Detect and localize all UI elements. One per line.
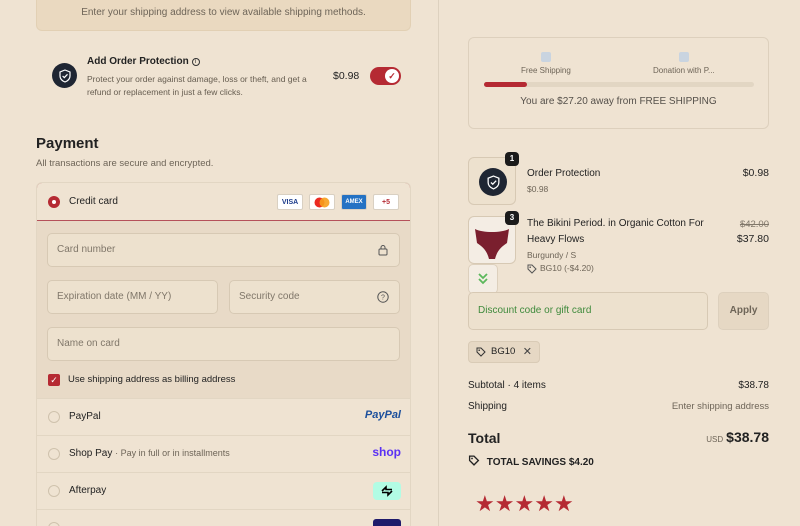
- applied-discount-tag: BG10 ✕: [468, 341, 540, 363]
- lock-icon: [378, 245, 388, 256]
- applied-code: BG10: [491, 346, 516, 357]
- expiration-placeholder: Expiration date (MM / YY): [57, 291, 172, 302]
- next-payment-radio[interactable]: [48, 522, 60, 526]
- apply-button[interactable]: Apply: [718, 292, 769, 330]
- paypal-label: PayPal: [69, 411, 101, 422]
- subtotal-row: Subtotal · 4 items $38.78: [468, 380, 769, 391]
- subtotal-label: Subtotal · 4 items: [468, 380, 546, 391]
- shop-pay-label: Shop Pay · Pay in full or in installment…: [69, 448, 230, 459]
- truck-icon: [540, 52, 551, 62]
- total-savings: TOTAL SAVINGS $4.20: [468, 455, 594, 468]
- info-icon[interactable]: i: [191, 58, 200, 66]
- milestone-free-shipping: Free Shipping: [521, 52, 571, 75]
- discount-code-input[interactable]: Discount code or gift card: [468, 292, 708, 330]
- security-code-field[interactable]: Security code ?: [229, 280, 400, 314]
- afterpay-label: Afterpay: [69, 485, 107, 496]
- credit-card-label: Credit card: [69, 196, 118, 207]
- order-protection-toggle[interactable]: ✓: [370, 67, 401, 85]
- line-item: 1 Order Protection $0.98 $0.98: [468, 152, 769, 207]
- expiration-field[interactable]: Expiration date (MM / YY): [47, 280, 218, 314]
- rating-stars: ★★★★★: [475, 491, 574, 517]
- shipping-row: Shipping Enter shipping address: [468, 401, 769, 412]
- quantity-badge: 1: [505, 152, 519, 166]
- quantity-badge: 3: [505, 211, 519, 225]
- checkout-left-panel: Enter your shipping address to view avai…: [0, 0, 438, 526]
- free-shipping-progress: Free Shipping Donation with P... You are…: [468, 37, 769, 129]
- tag-icon: [468, 455, 480, 466]
- star-icon: ★: [514, 491, 535, 516]
- total-label: Total: [468, 430, 501, 446]
- payment-methods: Credit card VISA AMEX +5 Card number Exp…: [36, 182, 411, 526]
- name-on-card-field[interactable]: Name on card: [47, 327, 400, 361]
- billing-checkbox-label: Use shipping address as billing address: [68, 374, 236, 385]
- star-icon: ★: [534, 491, 554, 516]
- remove-discount-icon[interactable]: ✕: [523, 342, 532, 362]
- paypal-radio[interactable]: [48, 411, 60, 423]
- paypal-logo: PayPal: [364, 409, 401, 421]
- svg-text:?: ?: [381, 295, 385, 302]
- name-on-card-placeholder: Name on card: [57, 338, 120, 349]
- gift-icon: [678, 52, 689, 62]
- item-name-line2: Heavy Flows: [527, 234, 585, 245]
- afterpay-radio[interactable]: [48, 485, 60, 497]
- subtotal-value: $38.78: [738, 380, 769, 391]
- shield-icon: [479, 168, 507, 196]
- order-protection-price: $0.98: [333, 70, 360, 82]
- shop-pay-option[interactable]: Shop Pay · Pay in full or in installment…: [37, 435, 410, 472]
- help-icon[interactable]: ?: [377, 291, 389, 303]
- mastercard-logo: [309, 194, 335, 210]
- milestone-donation: Donation with P...: [653, 52, 715, 75]
- progress-message: You are $27.20 away from FREE SHIPPING: [520, 96, 717, 107]
- progress-track: [484, 82, 754, 87]
- shipping-notice: Enter your shipping address to view avai…: [36, 0, 411, 31]
- order-protection-description: Protect your order against damage, loss …: [87, 74, 307, 97]
- line-item: 3 The Bikini Period. in Organic Cotton F…: [468, 211, 769, 276]
- star-icon: ★: [475, 491, 495, 516]
- credit-card-form: Card number Expiration date (MM / YY) Se…: [37, 221, 410, 398]
- next-payment-option[interactable]: [37, 509, 410, 526]
- progress-fill: [484, 82, 528, 87]
- expand-chevron-icon[interactable]: [468, 264, 498, 294]
- afterpay-icon: [373, 482, 401, 500]
- shipping-value: Enter shipping address: [671, 401, 769, 412]
- shop-pay-logo: shop: [372, 445, 401, 459]
- amex-logo: AMEX: [341, 194, 367, 210]
- item-name: Order Protection: [527, 168, 601, 179]
- item-variant: Burgundy / S: [527, 250, 577, 260]
- item-price: $37.80: [736, 233, 769, 245]
- item-original-price: $42.00: [739, 219, 769, 230]
- item-discount: BG10 (-$4.20): [527, 263, 594, 274]
- star-icon: ★: [494, 491, 515, 516]
- payment-subtitle: All transactions are secure and encrypte…: [36, 158, 214, 169]
- item-subtitle: $0.98: [527, 184, 549, 194]
- star-icon: ★: [553, 491, 574, 516]
- check-icon: ✓: [385, 69, 399, 83]
- shipping-label: Shipping: [468, 401, 507, 412]
- card-number-field[interactable]: Card number: [47, 233, 400, 267]
- item-price: $0.98: [742, 167, 769, 179]
- total-value: USD $38.78: [706, 429, 769, 445]
- credit-card-radio[interactable]: [48, 196, 60, 208]
- payment-title: Payment: [36, 135, 99, 152]
- billing-checkbox[interactable]: ✓: [48, 374, 60, 386]
- order-protection-title: Add Order Protection i: [87, 56, 200, 67]
- card-number-placeholder: Card number: [57, 244, 116, 255]
- visa-logo: VISA: [277, 194, 303, 210]
- paypal-option[interactable]: PayPal PayPal: [37, 398, 410, 435]
- payment-logo-icon: [373, 519, 401, 526]
- credit-card-option[interactable]: Credit card VISA AMEX +5: [37, 183, 410, 221]
- afterpay-option[interactable]: Afterpay: [37, 472, 410, 509]
- order-summary-panel: Free Shipping Donation with P... You are…: [439, 0, 800, 526]
- more-cards-badge: +5: [373, 194, 399, 210]
- item-name-line1: The Bikini Period. in Organic Cotton For: [527, 218, 704, 229]
- order-protection: Add Order Protection i Protect your order…: [36, 50, 411, 110]
- security-code-placeholder: Security code: [239, 291, 300, 302]
- shield-icon: [52, 63, 77, 88]
- shop-pay-radio[interactable]: [48, 448, 60, 460]
- tag-icon: [527, 264, 537, 274]
- tag-icon: [476, 347, 486, 357]
